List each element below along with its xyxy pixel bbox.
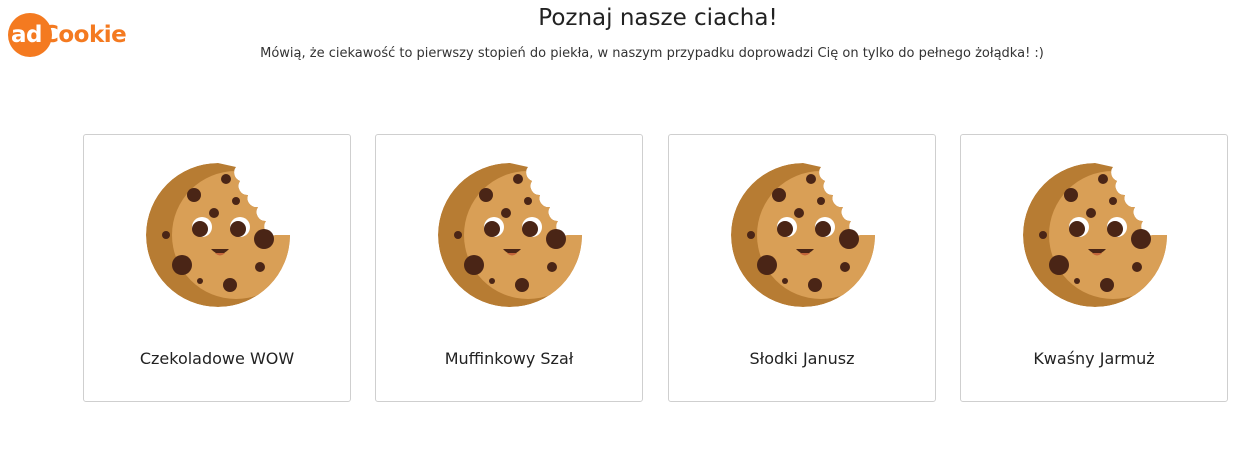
cookie-card-label: Czekoladowe WOW <box>139 349 295 368</box>
smiling-cookie-icon <box>729 161 877 309</box>
smiling-cookie-icon <box>1021 161 1169 309</box>
cookie-card-czekoladowe-wow[interactable]: Czekoladowe WOW <box>83 134 351 402</box>
page-title: Poznaj nasze ciacha! <box>538 5 778 31</box>
smiling-cookie-icon <box>144 161 292 309</box>
cookie-card-kwasny-jarmuz[interactable]: Kwaśny Jarmuż <box>960 134 1228 402</box>
smiling-cookie-icon <box>436 161 584 309</box>
cookie-card-label: Muffinkowy Szał <box>444 349 574 368</box>
cookie-card-muffinkowy-szal[interactable]: Muffinkowy Szał <box>375 134 643 402</box>
page-subtitle: Mówią, że ciekawość to pierwszy stopień … <box>260 46 1044 61</box>
cookie-card-label: Słodki Janusz <box>749 349 855 368</box>
cookie-card-label: Kwaśny Jarmuż <box>1033 349 1155 368</box>
page: ad Cookie Poznaj nasze ciacha! Mówią, że… <box>0 0 1258 468</box>
cookie-card-slodki-janusz[interactable]: Słodki Janusz <box>668 134 936 402</box>
